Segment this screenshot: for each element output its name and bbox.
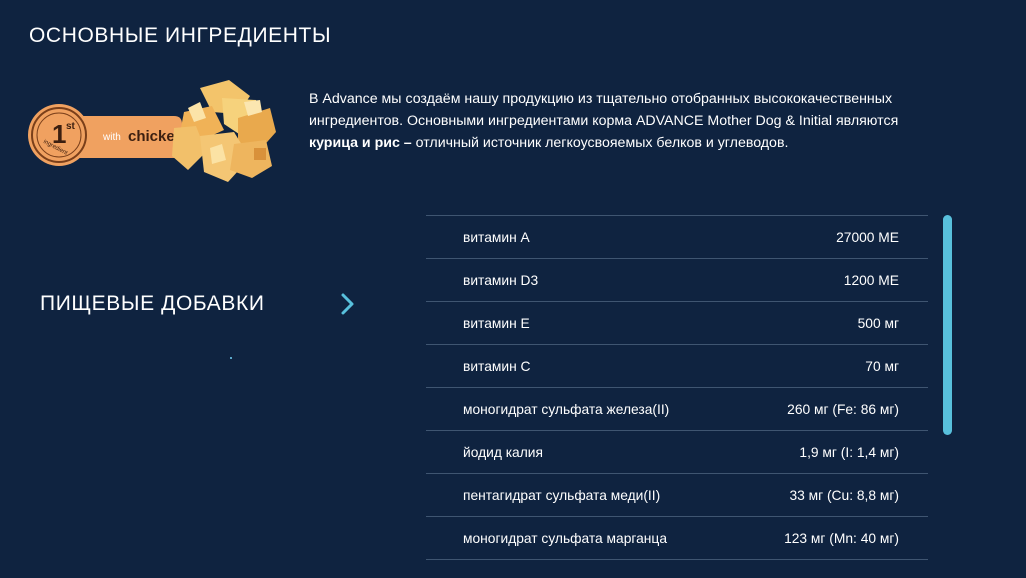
- nutrient-name: витамин D3: [463, 272, 539, 288]
- badge-label-prefix: with: [102, 132, 121, 143]
- badge-rank-suffix: st: [66, 121, 76, 132]
- table-row: йодид калия 1,9 мг (I: 1,4 мг): [426, 431, 928, 474]
- intro-paragraph: В Advance мы создаём нашу продукцию из т…: [309, 91, 899, 151]
- table-row: витамин D3 1200 МЕ: [426, 259, 928, 302]
- chicken-ingredient-badge: 1 st ingredient with chicken: [28, 80, 276, 182]
- nutrient-value: 500 мг: [857, 315, 899, 331]
- nutrient-value: 1,9 мг (I: 1,4 мг): [799, 444, 899, 460]
- page-title: ОСНОВНЫЕ ИНГРЕДИЕНТЫ: [29, 24, 332, 47]
- table-row: витамин A 27000 МЕ: [426, 216, 928, 259]
- table-row: моногидрат сульфата марганца 123 мг (Mn:…: [426, 517, 928, 560]
- nutrient-name: витамин E: [463, 315, 530, 331]
- nutrient-name: йодид калия: [463, 444, 543, 460]
- nutrient-value: 27000 МЕ: [836, 229, 899, 245]
- chevron-right-icon[interactable]: [338, 290, 358, 318]
- nutrients-table: витамин A 27000 МЕ витамин D3 1200 МЕ ви…: [426, 215, 928, 560]
- nutrient-name: моногидрат сульфата железа(II): [463, 401, 670, 417]
- nutrient-value: 260 мг (Fe: 86 мг): [787, 401, 899, 417]
- nutrient-name: пентагидрат сульфата меди(II): [463, 487, 661, 503]
- table-row: витамин C 70 мг: [426, 345, 928, 388]
- decorative-dot: [230, 357, 232, 359]
- nutrient-name: витамин A: [463, 229, 530, 245]
- chicken-pieces-image: [172, 80, 276, 182]
- nutrient-value: 1200 МЕ: [843, 272, 899, 288]
- additives-title[interactable]: ПИЩЕВЫЕ ДОБАВКИ: [40, 292, 265, 316]
- nutrient-value: 70 мг: [865, 358, 899, 374]
- table-scrollbar[interactable]: [943, 215, 952, 435]
- nutrient-value: 33 мг (Cu: 8,8 мг): [789, 487, 899, 503]
- nutrient-name: витамин C: [463, 358, 531, 374]
- table-row: пентагидрат сульфата меди(II) 33 мг (Cu:…: [426, 474, 928, 517]
- nutrient-value: 123 мг (Mn: 40 мг): [784, 530, 899, 546]
- nutrient-name: моногидрат сульфата марганца: [463, 530, 667, 546]
- table-row: витамин E 500 мг: [426, 302, 928, 345]
- table-row: моногидрат сульфата железа(II) 260 мг (F…: [426, 388, 928, 431]
